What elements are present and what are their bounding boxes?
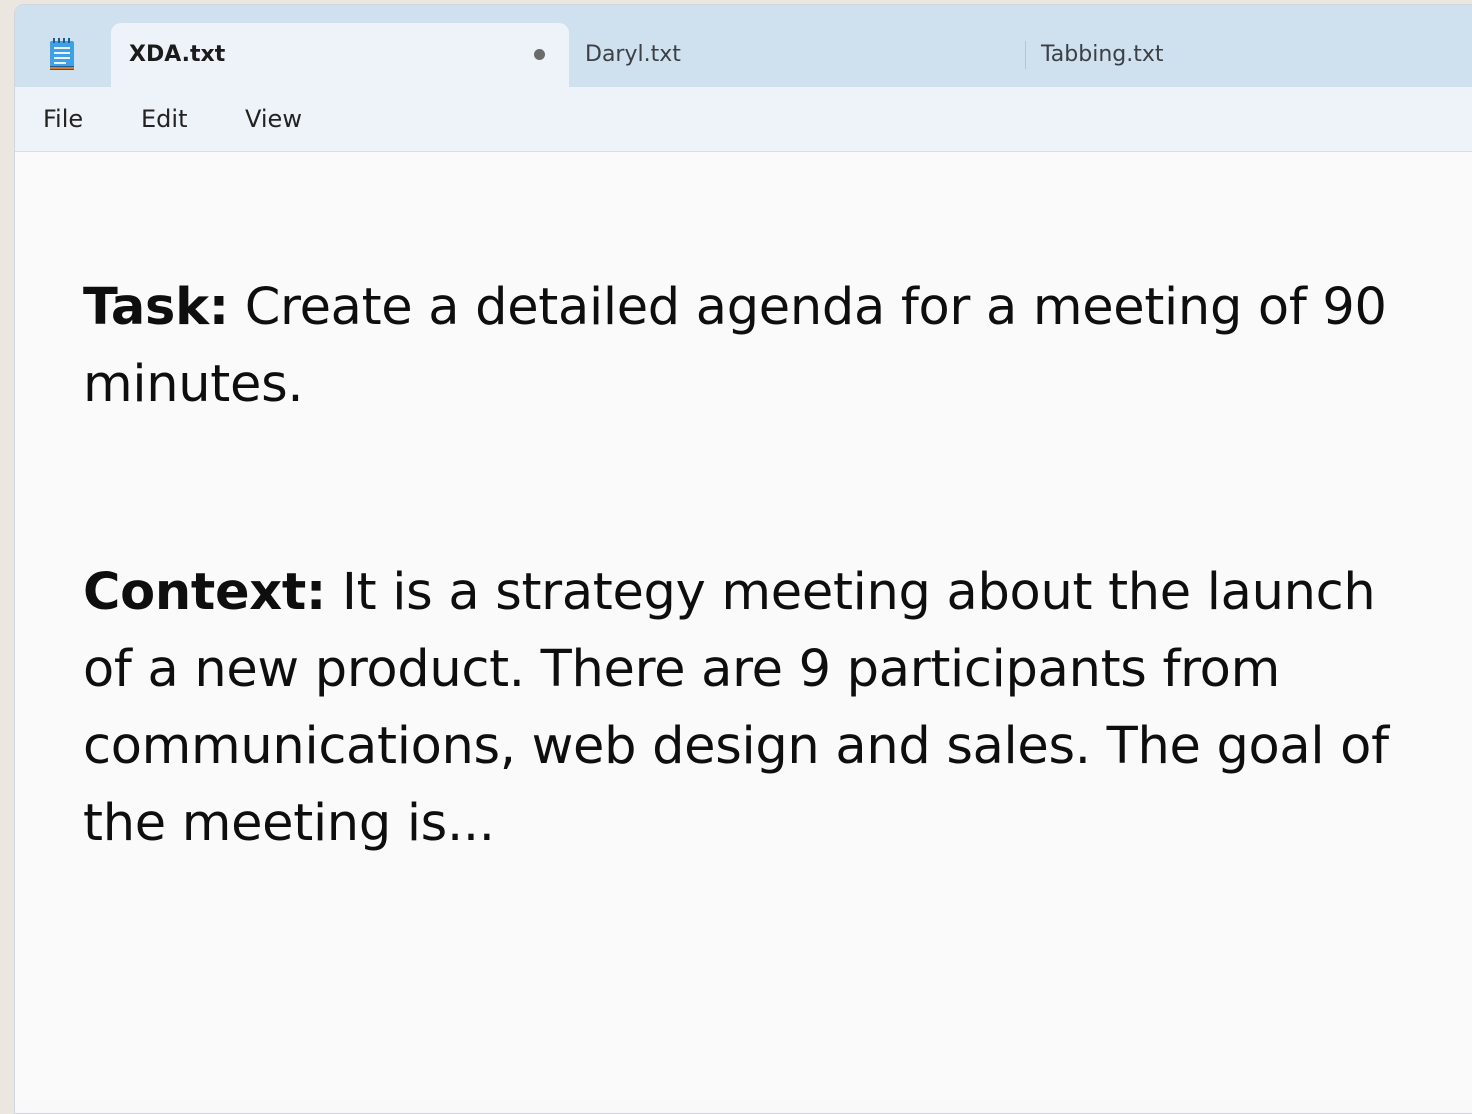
task-paragraph: Task: Create a detailed agenda for a mee… <box>83 269 1413 423</box>
task-label: Task: <box>83 278 229 337</box>
tab-label: Tabbing.txt <box>1041 42 1164 67</box>
tab-separator <box>1025 41 1026 69</box>
menu-view[interactable]: View <box>245 105 302 133</box>
tab-daryl[interactable]: Daryl.txt <box>569 23 1025 87</box>
tab-label: XDA.txt <box>129 42 226 67</box>
notepad-icon <box>50 38 74 70</box>
tab-xda[interactable]: XDA.txt <box>111 23 569 87</box>
context-label: Context: <box>83 563 327 622</box>
tab-label: Daryl.txt <box>585 42 681 67</box>
title-bar: XDA.txt Daryl.txt Tabbing.txt <box>15 5 1472 87</box>
menu-bar: File Edit View <box>15 87 1472 152</box>
notepad-window: XDA.txt Daryl.txt Tabbing.txt File Edit … <box>14 4 1472 1114</box>
menu-file[interactable]: File <box>43 105 83 133</box>
task-text: Create a detailed agenda for a meeting o… <box>83 278 1387 414</box>
unsaved-indicator-icon <box>534 49 545 60</box>
text-editor[interactable]: Task: Create a detailed agenda for a mee… <box>15 152 1472 1102</box>
menu-edit[interactable]: Edit <box>141 105 187 133</box>
tab-tabbing[interactable]: Tabbing.txt <box>1025 23 1472 87</box>
context-paragraph: Context: It is a strategy meeting about … <box>83 554 1413 862</box>
